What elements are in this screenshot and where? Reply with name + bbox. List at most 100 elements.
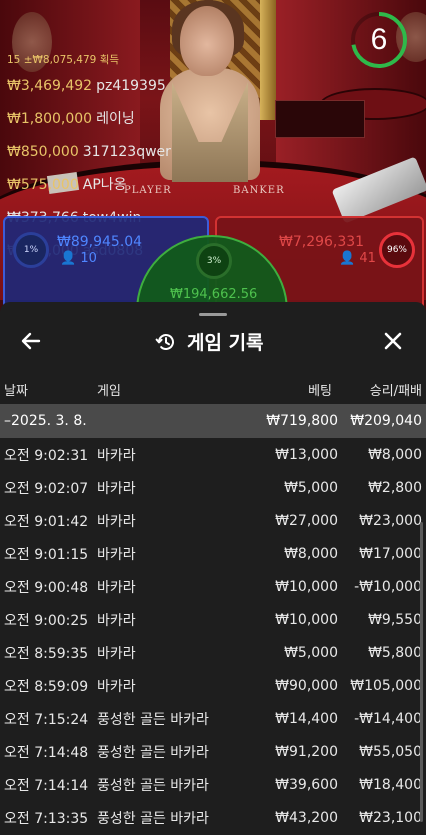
dealer-face <box>180 6 234 76</box>
result-amount: -₩14,400 <box>354 710 422 727</box>
column-header-date[interactable]: 날짜 <box>4 380 28 399</box>
winner-amount: ₩575,000 <box>7 176 79 193</box>
round-time: 오전 9:00:48 <box>4 579 89 596</box>
history-row[interactable]: 오전 9:00:25 바카라 ₩10,000 ₩9,550 <box>0 603 426 636</box>
tie-percent: 3% <box>196 243 232 279</box>
round-time: 오전 8:59:35 <box>4 645 89 662</box>
bet-amount: ₩10,000 <box>275 578 338 595</box>
bet-amount: ₩43,200 <box>275 809 338 826</box>
winner-name: 317123qwer <box>82 143 171 160</box>
result-amount: ₩18,400 <box>359 776 422 793</box>
sheet-header: 게임 기록 <box>0 316 426 366</box>
column-header-result[interactable]: 승리/패배 <box>370 380 422 399</box>
history-row[interactable]: 오전 9:01:15 바카라 ₩8,000 ₩17,000 <box>0 537 426 570</box>
history-row[interactable]: 오전 9:02:31 바카라 ₩13,000 ₩8,000 <box>0 438 426 471</box>
close-button[interactable] <box>376 324 410 358</box>
bet-amount: ₩91,200 <box>275 743 338 760</box>
winners-prefix: ± <box>23 54 33 66</box>
live-baccarat-screen: PLAYER BANKER 15 ±₩8,075,479 획득 ₩3,469,4… <box>0 0 426 835</box>
winners-total-suffix: 획득 <box>99 54 120 66</box>
result-amount: ₩55,050 <box>359 743 422 760</box>
history-row[interactable]: 오전 9:01:42 바카라 ₩27,000 ₩23,000 <box>0 504 426 537</box>
history-row[interactable]: 오전 8:59:35 바카라 ₩5,000 ₩5,800 <box>0 636 426 669</box>
game-name: 바카라 <box>97 447 136 464</box>
game-name: 바카라 <box>97 579 136 596</box>
result-amount: ₩5,800 <box>368 644 422 661</box>
history-scrollbar[interactable] <box>420 522 423 822</box>
date-summary-row[interactable]: –2025. 3. 8. ₩719,800 ₩209,040 <box>0 404 426 438</box>
bet-amount: ₩90,000 <box>275 677 338 694</box>
player-count-value: 10 <box>80 251 97 266</box>
winner-name: pz419395 <box>96 77 166 94</box>
game-name: 풍성한 골든 바카라 <box>97 711 209 728</box>
history-rows: 오전 9:02:31 바카라 ₩13,000 ₩8,000 오전 9:02:07 바카라 ₩… <box>0 438 426 834</box>
result-amount: ₩23,000 <box>359 512 422 529</box>
person-icon: 👤 <box>339 251 356 266</box>
history-row[interactable]: 오전 7:14:14 풍성한 골든 바카라 ₩39,600 ₩18,400 <box>0 768 426 801</box>
result-amount: ₩8,000 <box>368 446 422 463</box>
result-amount: ₩9,550 <box>368 611 422 628</box>
game-name: 바카라 <box>97 546 136 563</box>
column-header-game[interactable]: 게임 <box>97 380 121 399</box>
winners-count: 15 <box>7 54 21 66</box>
winner-amount: ₩1,800,000 <box>7 110 93 127</box>
game-name: 바카라 <box>97 645 136 662</box>
winner-row: ₩1,800,000 레이닝 <box>7 102 171 135</box>
round-time: 오전 7:15:24 <box>4 711 89 728</box>
player-bettor-count: 👤 10 <box>60 251 97 266</box>
round-time: 오전 9:02:31 <box>4 447 89 464</box>
bet-amount: ₩14,400 <box>275 710 338 727</box>
person-icon: 👤 <box>60 251 77 266</box>
sheet-title-text: 게임 기록 <box>187 332 264 354</box>
banker-count-value: 41 <box>359 251 376 266</box>
bet-amount: ₩5,000 <box>284 479 338 496</box>
winners-total: 15 ±₩8,075,479 획득 <box>7 51 171 69</box>
winner-row: ₩3,469,492 pz419395 <box>7 69 171 102</box>
winner-name: AP나옹 <box>82 176 127 193</box>
game-name: 풍성한 골든 바카라 <box>97 744 209 761</box>
game-name: 바카라 <box>97 612 136 629</box>
game-history-sheet: 게임 기록 날짜 게임 베팅 승리/패배 –2025. 3. 8. ₩719,8… <box>0 302 426 835</box>
banker-percent: 96% <box>379 232 415 268</box>
timer-seconds: 6 <box>370 23 388 56</box>
result-amount: ₩2,800 <box>368 479 422 496</box>
winner-row: ₩850,000 317123qwer <box>7 135 171 168</box>
round-time: 오전 9:01:15 <box>4 546 89 563</box>
round-time: 오전 9:01:42 <box>4 513 89 530</box>
bet-amount: ₩8,000 <box>284 545 338 562</box>
studio-decor-column <box>260 0 276 120</box>
history-row[interactable]: 오전 9:02:07 바카라 ₩5,000 ₩2,800 <box>0 471 426 504</box>
history-clock-icon <box>155 333 174 350</box>
game-name: 바카라 <box>97 513 136 530</box>
tie-total-bet: ₩194,662.56 <box>170 287 258 302</box>
history-row[interactable]: 오전 7:13:35 풍성한 골든 바카라 ₩43,200 ₩23,100 <box>0 801 426 834</box>
back-button[interactable] <box>14 324 48 358</box>
history-row[interactable]: 오전 9:00:48 바카라 ₩10,000 -₩10,000 <box>0 570 426 603</box>
summary-bet: ₩719,800 <box>266 413 338 429</box>
history-row[interactable]: 오전 7:14:48 풍성한 골든 바카라 ₩91,200 ₩55,050 <box>0 735 426 768</box>
winner-row: ₩575,000 AP나옹 <box>7 168 171 201</box>
round-time: 오전 7:13:35 <box>4 810 89 827</box>
close-icon <box>384 332 402 350</box>
game-name: 풍성한 골든 바카라 <box>97 777 209 794</box>
game-name: 바카라 <box>97 678 136 695</box>
bet-amount: ₩10,000 <box>275 611 338 628</box>
result-amount: ₩17,000 <box>359 545 422 562</box>
round-time: 오전 9:02:07 <box>4 480 89 497</box>
round-time: 오전 7:14:14 <box>4 777 89 794</box>
round-time: 오전 8:59:09 <box>4 678 89 695</box>
bet-amount: ₩5,000 <box>284 644 338 661</box>
banker-bettor-count: 👤 41 <box>339 251 376 266</box>
summary-date: –2025. 3. 8. <box>4 413 87 429</box>
summary-result: ₩209,040 <box>350 413 422 429</box>
player-total-bet: ₩89,945.04 <box>57 234 143 250</box>
winners-total-amount: ₩8,075,479 <box>32 54 97 66</box>
column-header-bet[interactable]: 베팅 <box>308 380 332 399</box>
bet-amount: ₩27,000 <box>275 512 338 529</box>
table-label-banker: BANKER <box>233 185 285 196</box>
result-amount: ₩105,000 <box>350 677 422 694</box>
history-row[interactable]: 오전 8:59:09 바카라 ₩90,000 ₩105,000 <box>0 669 426 702</box>
history-row[interactable]: 오전 7:15:24 풍성한 골든 바카라 ₩14,400 -₩14,400 <box>0 702 426 735</box>
background-counter <box>275 100 365 138</box>
arrow-left-icon <box>21 332 41 350</box>
